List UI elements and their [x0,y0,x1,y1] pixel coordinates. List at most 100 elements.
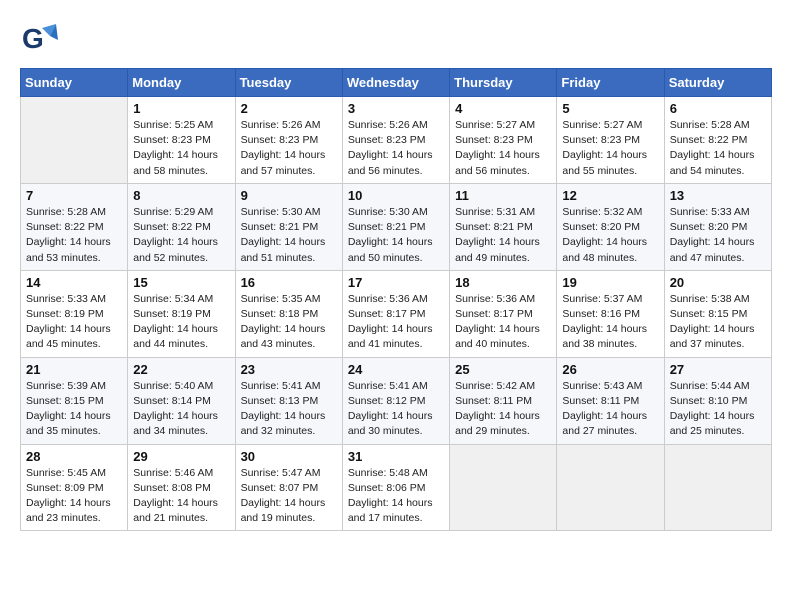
day-info: Sunrise: 5:33 AMSunset: 8:20 PMDaylight:… [670,205,766,266]
header-friday: Friday [557,69,664,97]
header-wednesday: Wednesday [342,69,449,97]
day-cell: 24Sunrise: 5:41 AMSunset: 8:12 PMDayligh… [342,357,449,444]
day-cell: 30Sunrise: 5:47 AMSunset: 8:07 PMDayligh… [235,444,342,531]
day-cell: 12 Sunrise: 5:32 AMSunset: 8:20 PMDayligh… [557,183,664,270]
day-cell: 16Sunrise: 5:35 AMSunset: 8:18 PMDayligh… [235,270,342,357]
header-sunday: Sunday [21,69,128,97]
day-info: Sunrise: 5:37 AMSunset: 8:16 PMDaylight:… [562,292,658,353]
day-info: Sunrise: 5:25 AMSunset: 8:23 PMDaylight:… [133,118,229,179]
day-cell: 31 Sunrise: 5:48 AMSunset: 8:06 PMDayligh… [342,444,449,531]
day-number: 15 [133,275,229,290]
day-number: 19 [562,275,658,290]
day-info: Sunrise: 5:42 AMSunset: 8:11 PMDaylight:… [455,379,551,440]
header-tuesday: Tuesday [235,69,342,97]
day-number: 17 [348,275,444,290]
day-info: Sunrise: 5:26 AMSunset: 8:23 PMDaylight:… [348,118,444,179]
day-number: 8 [133,188,229,203]
day-number: 7 [26,188,122,203]
day-cell: 1 Sunrise: 5:25 AMSunset: 8:23 PMDaylight… [128,97,235,184]
day-cell: 14 Sunrise: 5:33 AMSunset: 8:19 PMDayligh… [21,270,128,357]
day-cell: 22 Sunrise: 5:40 AMSunset: 8:14 PMDayligh… [128,357,235,444]
svg-text:G: G [22,23,44,54]
day-info: Sunrise: 5:48 AMSunset: 8:06 PMDaylight:… [348,466,444,527]
day-cell: 19 Sunrise: 5:37 AMSunset: 8:16 PMDayligh… [557,270,664,357]
day-cell [664,444,771,531]
calendar-header-row: SundayMondayTuesdayWednesdayThursdayFrid… [21,69,772,97]
day-info: Sunrise: 5:33 AMSunset: 8:19 PMDaylight:… [26,292,122,353]
day-number: 9 [241,188,337,203]
day-number: 6 [670,101,766,116]
day-info: Sunrise: 5:44 AMSunset: 8:10 PMDaylight:… [670,379,766,440]
day-cell [557,444,664,531]
day-info: Sunrise: 5:31 AMSunset: 8:21 PMDaylight:… [455,205,551,266]
day-number: 16 [241,275,337,290]
day-info: Sunrise: 5:43 AMSunset: 8:11 PMDaylight:… [562,379,658,440]
day-number: 27 [670,362,766,377]
day-cell: 2 Sunrise: 5:26 AMSunset: 8:23 PMDaylight… [235,97,342,184]
logo-icon: G [20,20,58,58]
day-number: 21 [26,362,122,377]
day-number: 12 [562,188,658,203]
day-cell: 6 Sunrise: 5:28 AMSunset: 8:22 PMDaylight… [664,97,771,184]
day-info: Sunrise: 5:46 AMSunset: 8:08 PMDaylight:… [133,466,229,527]
day-info: Sunrise: 5:40 AMSunset: 8:14 PMDaylight:… [133,379,229,440]
page-header: G [20,20,772,58]
day-cell: 27 Sunrise: 5:44 AMSunset: 8:10 PMDayligh… [664,357,771,444]
day-info: Sunrise: 5:27 AMSunset: 8:23 PMDaylight:… [562,118,658,179]
day-cell: 10 Sunrise: 5:30 AMSunset: 8:21 PMDayligh… [342,183,449,270]
day-cell: 17 Sunrise: 5:36 AMSunset: 8:17 PMDayligh… [342,270,449,357]
day-info: Sunrise: 5:28 AMSunset: 8:22 PMDaylight:… [26,205,122,266]
day-info: Sunrise: 5:38 AMSunset: 8:15 PMDaylight:… [670,292,766,353]
day-info: Sunrise: 5:30 AMSunset: 8:21 PMDaylight:… [348,205,444,266]
day-cell: 11 Sunrise: 5:31 AMSunset: 8:21 PMDayligh… [450,183,557,270]
day-number: 24 [348,362,444,377]
day-number: 31 [348,449,444,464]
day-cell: 21 Sunrise: 5:39 AMSunset: 8:15 PMDayligh… [21,357,128,444]
day-number: 29 [133,449,229,464]
day-number: 3 [348,101,444,116]
calendar-table: SundayMondayTuesdayWednesdayThursdayFrid… [20,68,772,531]
day-info: Sunrise: 5:39 AMSunset: 8:15 PMDaylight:… [26,379,122,440]
day-cell [450,444,557,531]
day-info: Sunrise: 5:36 AMSunset: 8:17 PMDaylight:… [348,292,444,353]
day-number: 28 [26,449,122,464]
day-cell: 8 Sunrise: 5:29 AMSunset: 8:22 PMDaylight… [128,183,235,270]
day-cell: 13 Sunrise: 5:33 AMSunset: 8:20 PMDayligh… [664,183,771,270]
week-row-1: 1 Sunrise: 5:25 AMSunset: 8:23 PMDaylight… [21,97,772,184]
day-info: Sunrise: 5:36 AMSunset: 8:17 PMDaylight:… [455,292,551,353]
day-info: Sunrise: 5:32 AMSunset: 8:20 PMDaylight:… [562,205,658,266]
day-number: 5 [562,101,658,116]
day-number: 18 [455,275,551,290]
day-number: 14 [26,275,122,290]
day-cell: 3 Sunrise: 5:26 AMSunset: 8:23 PMDaylight… [342,97,449,184]
header-thursday: Thursday [450,69,557,97]
day-number: 30 [241,449,337,464]
day-number: 1 [133,101,229,116]
day-number: 4 [455,101,551,116]
header-monday: Monday [128,69,235,97]
day-cell: 28Sunrise: 5:45 AMSunset: 8:09 PMDayligh… [21,444,128,531]
day-cell: 23Sunrise: 5:41 AMSunset: 8:13 PMDayligh… [235,357,342,444]
day-cell: 9Sunrise: 5:30 AMSunset: 8:21 PMDaylight… [235,183,342,270]
day-number: 25 [455,362,551,377]
day-cell: 15 Sunrise: 5:34 AMSunset: 8:19 PMDayligh… [128,270,235,357]
week-row-2: 7 Sunrise: 5:28 AMSunset: 8:22 PMDaylight… [21,183,772,270]
day-info: Sunrise: 5:28 AMSunset: 8:22 PMDaylight:… [670,118,766,179]
day-info: Sunrise: 5:29 AMSunset: 8:22 PMDaylight:… [133,205,229,266]
day-number: 11 [455,188,551,203]
day-number: 2 [241,101,337,116]
day-number: 26 [562,362,658,377]
day-info: Sunrise: 5:26 AMSunset: 8:23 PMDaylight:… [241,118,337,179]
day-cell: 18 Sunrise: 5:36 AMSunset: 8:17 PMDayligh… [450,270,557,357]
day-cell: 5 Sunrise: 5:27 AMSunset: 8:23 PMDaylight… [557,97,664,184]
header-saturday: Saturday [664,69,771,97]
day-number: 20 [670,275,766,290]
week-row-5: 28Sunrise: 5:45 AMSunset: 8:09 PMDayligh… [21,444,772,531]
day-cell: 7 Sunrise: 5:28 AMSunset: 8:22 PMDaylight… [21,183,128,270]
day-number: 13 [670,188,766,203]
day-info: Sunrise: 5:27 AMSunset: 8:23 PMDaylight:… [455,118,551,179]
day-number: 10 [348,188,444,203]
day-cell: 29 Sunrise: 5:46 AMSunset: 8:08 PMDayligh… [128,444,235,531]
day-info: Sunrise: 5:34 AMSunset: 8:19 PMDaylight:… [133,292,229,353]
day-number: 22 [133,362,229,377]
